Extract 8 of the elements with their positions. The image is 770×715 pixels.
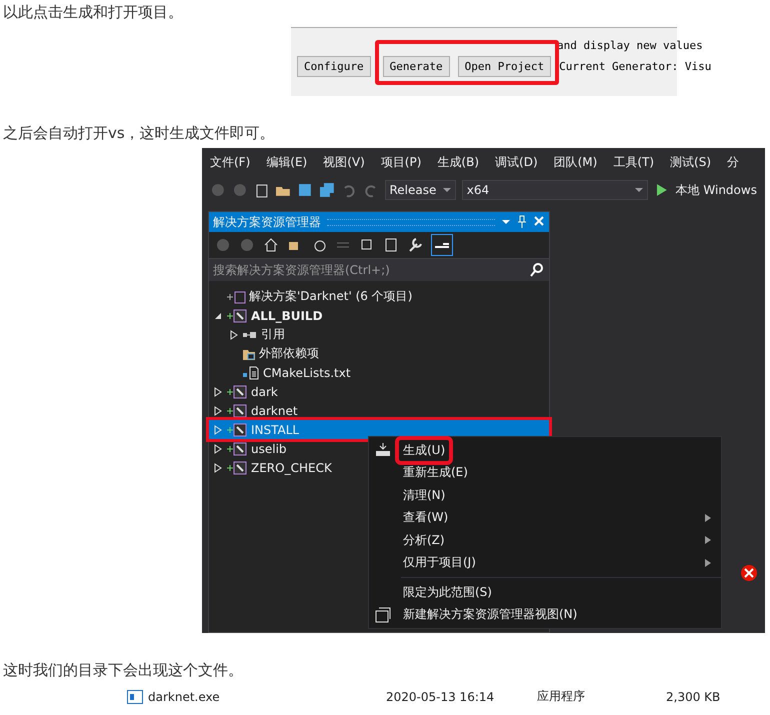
paragraph: 之后会自动打开vs，这时生成文件即可。: [2, 123, 276, 143]
file-type: 应用程序: [537, 688, 586, 705]
paragraph: 这时我们的目录下会出现这个文件。: [2, 660, 244, 680]
panel-title: 解决方案资源管理器: [213, 214, 321, 230]
generator-label: Current Generator: Visu: [559, 60, 712, 73]
paragraph: 以此点击生成和打开项目。: [2, 2, 184, 23]
file-date: 2020-05-13 16:14: [386, 690, 496, 704]
file-size: 2,300 KB: [666, 690, 722, 704]
